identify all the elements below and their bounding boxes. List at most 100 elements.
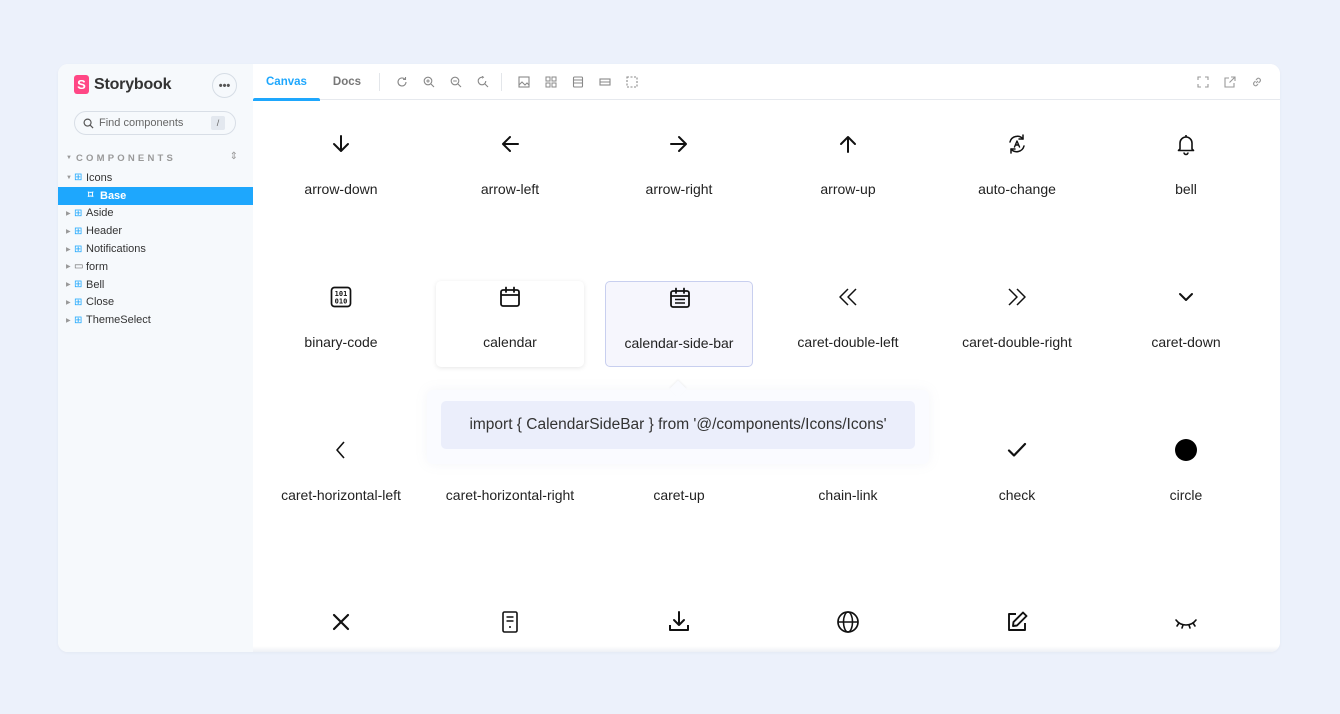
zoom-in-button[interactable] [415,71,442,93]
refresh-icon [397,76,407,86]
toolbar-right [1189,64,1270,100]
sidebar-item-aside[interactable]: ▶ ⊞ Aside [58,205,253,223]
icon-label: arrow-up [820,181,876,197]
icon-tile-check[interactable]: check [943,434,1091,520]
icon-label: caret-down [1151,334,1221,350]
sidebar-item-bell[interactable]: ▶ ⊞ Bell [58,276,253,294]
zoom-reset-button[interactable] [469,71,496,93]
zoom-out-icon [450,76,461,87]
icon-tile-arrow-left[interactable]: arrow-left [436,128,584,214]
collapsed-caret-icon: ▶ [66,246,71,253]
download-icon [669,611,689,631]
background-button[interactable] [510,71,537,93]
sidebar-item-label: Aside [86,207,114,220]
grid-button[interactable] [537,71,564,93]
fullscreen-button[interactable] [1189,71,1216,93]
icon-tile-caret-horizontal-left[interactable]: caret-horizontal-left [267,434,415,520]
icon-label: caret-up [653,487,705,503]
bell-icon [1177,135,1195,156]
sidebar-item-label: Header [86,225,123,238]
background-icon [517,75,530,88]
measure-icon [598,77,611,86]
component-icon: ⊞ [74,225,83,237]
sidebar-menu-button[interactable]: ••• [212,73,237,98]
caret-double-left-icon [839,288,857,306]
sidebar-item-header[interactable]: ▶ ⊞ Header [58,222,253,240]
icon-label: calendar [483,334,537,350]
expand-collapse-all-icon[interactable]: ⇕ [230,151,238,162]
arrow-up-icon [840,136,856,153]
outline-button[interactable] [618,71,645,93]
tab-docs[interactable]: Docs [320,64,374,100]
import-snippet[interactable]: import { CalendarSideBar } from '@/compo… [441,401,915,449]
viewport-button[interactable] [564,71,591,93]
sidebar: S Storybook ••• Find components / ▼ COMP… [58,64,253,652]
icon-label: calendar-side-bar [624,335,734,351]
sidebar-item-base[interactable]: ⌑ Base [58,186,253,205]
component-icon: ⊞ [74,207,83,219]
auto-change-icon [1009,134,1025,154]
svg-text:010: 010 [335,298,348,306]
zoom-reset-icon [477,75,488,87]
open-new-tab-button[interactable] [1216,71,1243,93]
bookmark-icon: ⌑ [88,190,94,202]
fullscreen-icon [1196,76,1209,88]
icon-tile-binary-code[interactable]: 101 010 binary-code [267,281,415,367]
sidebar-item-label: Close [86,296,115,309]
sidebar-item-label: ThemeSelect [86,314,151,327]
binary-code-icon: 101010 [330,286,352,308]
icon-label: arrow-right [645,181,713,197]
collapsed-caret-icon: ▶ [66,317,71,324]
zoom-in-icon [423,76,434,87]
sidebar-item-form[interactable]: ▶ ▭ form [58,258,253,276]
components-section-title: COMPONENTS [75,152,177,164]
globe-icon [837,611,859,633]
copy-link-icon [1252,77,1261,87]
preview-panel: Canvas Docs arrow-down arrow-left arrow-… [253,64,1280,652]
icon-label: caret-horizontal-left [281,487,401,503]
caret-down-icon [1179,293,1193,301]
sidebar-item-icons[interactable]: ▼ ⊞ Icons [58,169,253,187]
edit-icon [1008,611,1028,631]
component-icon: ⊞ [74,172,83,184]
eye-closed-icon [1175,619,1197,629]
outline-icon [625,75,638,88]
copy-link-button[interactable] [1243,71,1270,93]
close-icon [332,613,350,631]
arrow-down-icon [333,135,349,152]
document-icon [502,611,518,633]
search-input[interactable]: Find components / [74,111,236,135]
icon-label: arrow-left [480,181,540,197]
calendar-side-bar-icon [670,287,690,308]
icon-tile-circle[interactable]: circle [1112,434,1260,520]
import-tooltip: import { CalendarSideBar } from '@/compo… [427,390,929,464]
icon-tile-arrow-down[interactable]: arrow-down [267,128,415,214]
search-placeholder: Find components [99,117,184,129]
expanded-caret-icon: ▼ [66,174,72,181]
icon-tile-calendar-side-bar[interactable]: calendar-side-bar [605,281,753,367]
collapsed-caret-icon: ▶ [66,282,71,289]
sidebar-item-close[interactable]: ▶ ⊞ Close [58,294,253,312]
sidebar-item-notifications[interactable]: ▶ ⊞ Notifications [58,240,253,258]
icon-tile-bell[interactable]: bell [1112,128,1260,214]
collapsed-caret-icon: ▶ [66,210,71,217]
refresh-button[interactable] [388,71,415,93]
tab-canvas[interactable]: Canvas [253,64,320,101]
icon-tile-arrow-right[interactable]: arrow-right [605,128,753,214]
icon-tile-caret-double-left[interactable]: caret-double-left [774,281,922,367]
icon-tile-caret-double-right[interactable]: caret-double-right [943,281,1091,367]
brand-title: Storybook [94,75,172,93]
brand[interactable]: S Storybook [74,75,172,94]
sidebar-item-themeselect[interactable]: ▶ ⊞ ThemeSelect [58,311,253,329]
components-section-header[interactable]: ▼ COMPONENTS ⇕ [66,151,238,164]
icon-tile-arrow-up[interactable]: arrow-up [774,128,922,214]
zoom-out-button[interactable] [442,71,469,93]
collapsed-caret-icon: ▶ [66,228,71,235]
icon-tile-auto-change[interactable]: auto-change [943,128,1091,214]
measure-button[interactable] [591,71,618,93]
caret-horizontal-left-icon [336,441,345,459]
icon-tile-caret-down[interactable]: caret-down [1112,281,1260,367]
icon-label: binary-code [304,334,378,350]
icon-tile-calendar[interactable]: calendar [436,281,584,367]
component-icon: ⊞ [74,279,83,291]
